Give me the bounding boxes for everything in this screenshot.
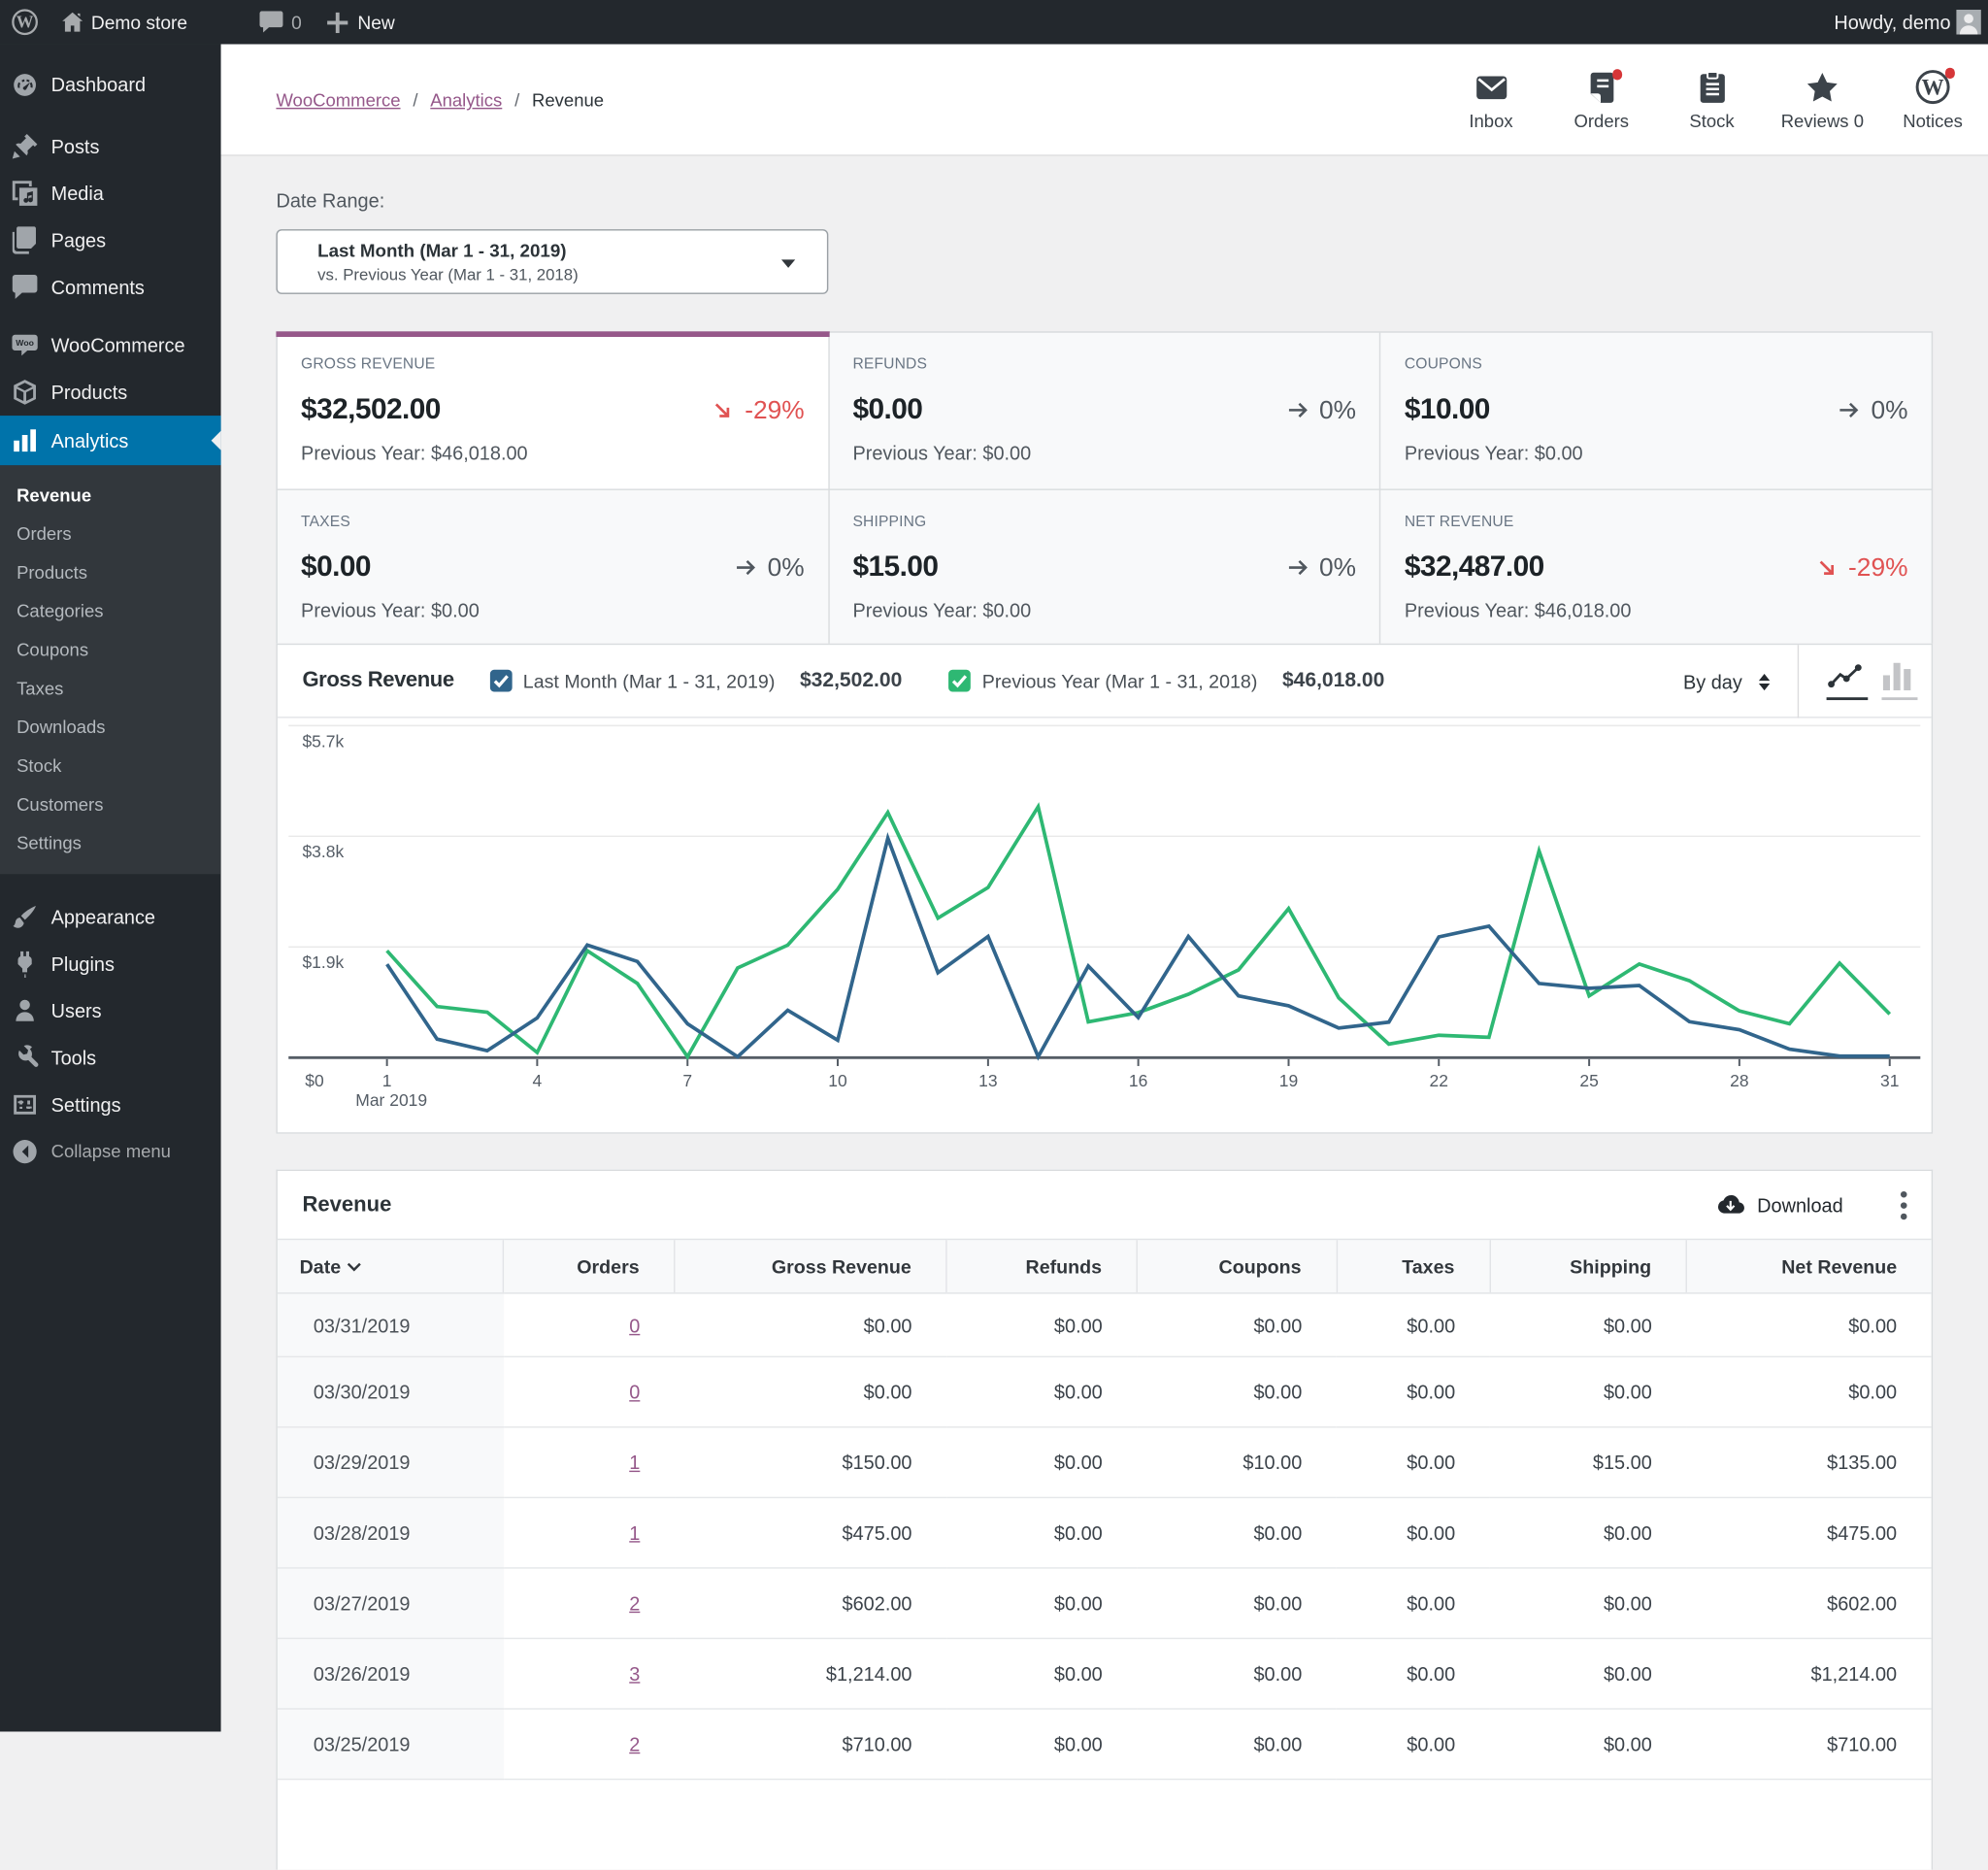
svg-text:$3.8k: $3.8k: [302, 843, 344, 862]
svg-text:W: W: [17, 13, 34, 32]
svg-text:28: 28: [1730, 1072, 1748, 1091]
svg-text:10: 10: [828, 1072, 847, 1091]
svg-text:$1.9k: $1.9k: [302, 953, 344, 973]
svg-text:W: W: [1922, 74, 1944, 99]
svg-text:Mar 2019: Mar 2019: [355, 1091, 427, 1111]
svg-text:25: 25: [1579, 1072, 1598, 1091]
svg-text:4: 4: [533, 1072, 543, 1091]
svg-text:7: 7: [682, 1072, 692, 1091]
svg-text:$0: $0: [305, 1072, 324, 1091]
svg-text:16: 16: [1129, 1072, 1147, 1091]
svg-text:$5.7k: $5.7k: [302, 732, 344, 751]
svg-text:1: 1: [382, 1072, 392, 1091]
svg-text:Woo: Woo: [16, 338, 34, 348]
svg-text:13: 13: [978, 1072, 997, 1091]
svg-text:22: 22: [1430, 1072, 1448, 1091]
svg-text:31: 31: [1880, 1072, 1899, 1091]
svg-text:19: 19: [1279, 1072, 1298, 1091]
